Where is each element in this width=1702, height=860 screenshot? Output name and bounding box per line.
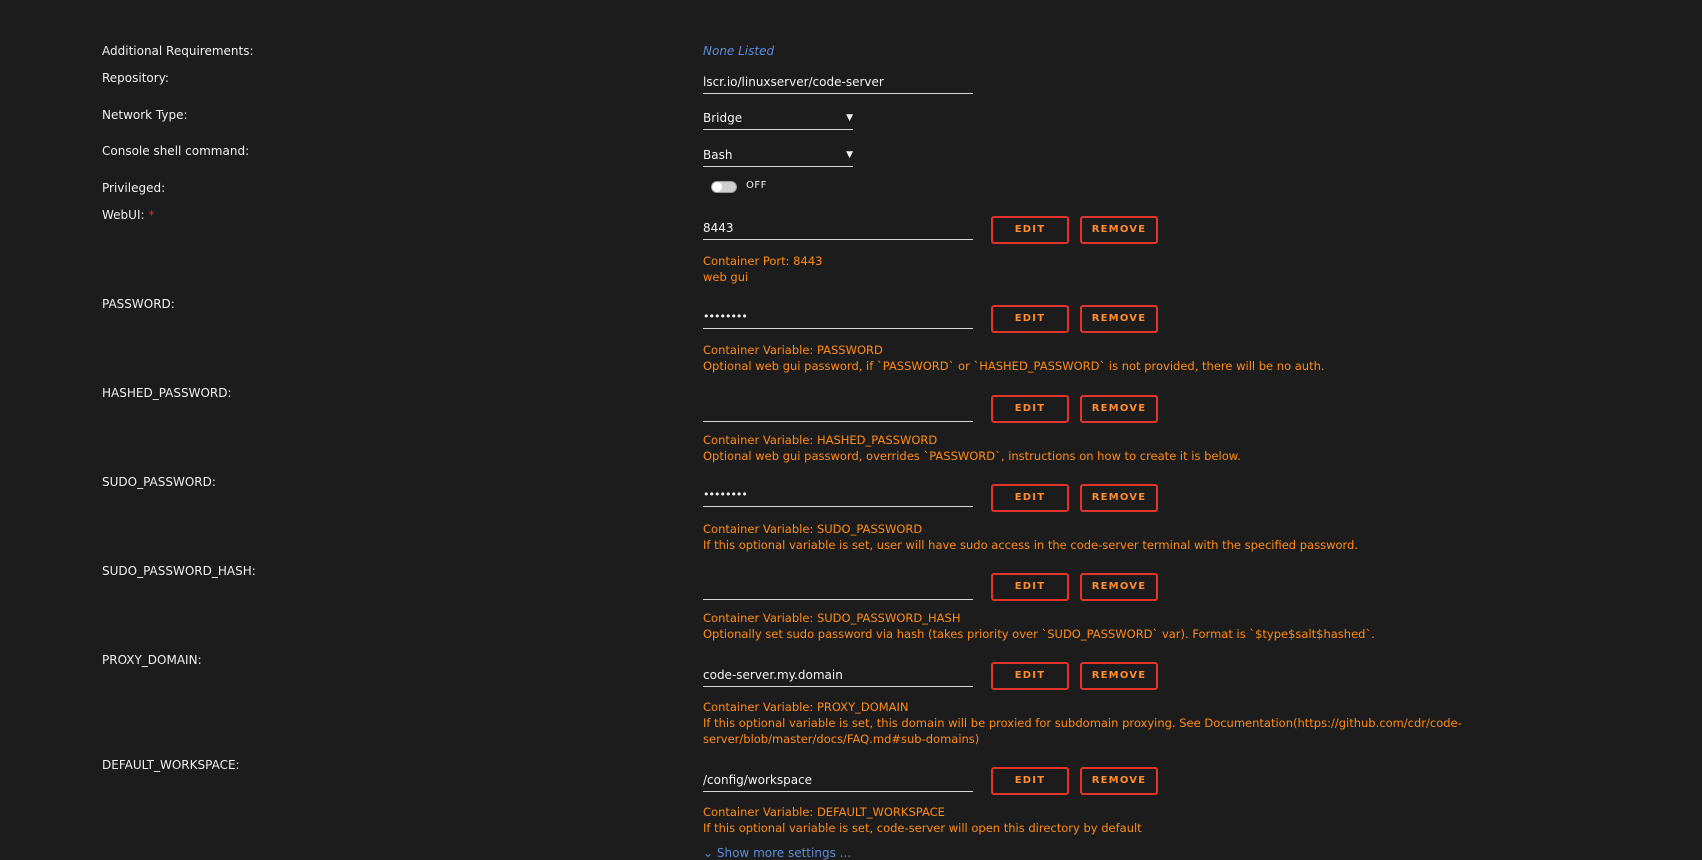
network-type-value: Bridge: [703, 111, 743, 125]
proxy-domain-label: PROXY_DOMAIN:: [102, 653, 202, 667]
sudo-password-hash-desc-line2: Optionally set sudo password via hash (t…: [703, 627, 1375, 641]
privileged-toggle[interactable]: [711, 181, 737, 193]
default-workspace-desc-line2: If this optional variable is set, code-s…: [703, 821, 1142, 835]
repository-input[interactable]: lscr.io/linuxserver/code-server: [703, 72, 973, 94]
password-description: Container Variable: PASSWORD Optional we…: [703, 342, 1643, 374]
webui-label: WebUI: *: [102, 208, 155, 222]
sudo-password-hash-description: Container Variable: SUDO_PASSWORD_HASH O…: [703, 610, 1643, 642]
sudo-password-remove-button[interactable]: REMOVE: [1080, 484, 1158, 512]
additional-requirements-value: None Listed: [703, 44, 775, 58]
privileged-label: Privileged:: [102, 181, 166, 195]
default-workspace-input[interactable]: /config/workspace: [703, 770, 973, 792]
hashed-password-edit-button[interactable]: EDIT: [991, 395, 1069, 423]
webui-desc-line2: web gui: [703, 270, 749, 284]
toggle-knob: [712, 182, 722, 192]
console-shell-label: Console shell command:: [102, 144, 250, 158]
show-more-settings-link[interactable]: ⌄ Show more settings ...: [703, 846, 851, 860]
required-marker: *: [148, 208, 155, 222]
sudo-password-hash-edit-button[interactable]: EDIT: [991, 573, 1069, 601]
hashed-password-label: HASHED_PASSWORD:: [102, 386, 232, 400]
webui-input[interactable]: 8443: [703, 218, 973, 240]
webui-description: Container Port: 8443 web gui: [703, 253, 1643, 285]
password-label: PASSWORD:: [102, 297, 175, 311]
default-workspace-edit-button[interactable]: EDIT: [991, 767, 1069, 795]
hashed-password-description: Container Variable: HASHED_PASSWORD Opti…: [703, 432, 1643, 464]
sudo-password-description: Container Variable: SUDO_PASSWORD If thi…: [703, 521, 1643, 553]
sudo-password-hash-remove-button[interactable]: REMOVE: [1080, 573, 1158, 601]
additional-requirements-label: Additional Requirements:: [102, 44, 254, 58]
hashed-password-remove-button[interactable]: REMOVE: [1080, 395, 1158, 423]
hashed-password-desc-line2: Optional web gui password, overrides `PA…: [703, 449, 1241, 463]
proxy-domain-desc-line2: If this optional variable is set, this d…: [703, 716, 1462, 746]
console-shell-value: Bash: [703, 148, 733, 162]
proxy-domain-input[interactable]: code-server.my.domain: [703, 665, 973, 687]
sudo-password-desc-line1: Container Variable: SUDO_PASSWORD: [703, 522, 923, 536]
repository-label: Repository:: [102, 71, 169, 85]
sudo-password-hash-input[interactable]: [703, 578, 973, 600]
dropdown-arrow-icon: ▼: [846, 150, 853, 160]
webui-edit-button[interactable]: EDIT: [991, 216, 1069, 244]
sudo-password-input[interactable]: ••••••••: [703, 485, 973, 507]
default-workspace-desc-line1: Container Variable: DEFAULT_WORKSPACE: [703, 805, 945, 819]
webui-label-text: WebUI:: [102, 208, 145, 222]
password-desc-line2: Optional web gui password, if `PASSWORD`…: [703, 359, 1325, 373]
password-desc-line1: Container Variable: PASSWORD: [703, 343, 883, 357]
webui-desc-line1: Container Port: 8443: [703, 254, 823, 268]
password-edit-button[interactable]: EDIT: [991, 305, 1069, 333]
password-input[interactable]: ••••••••: [703, 307, 973, 329]
sudo-password-label: SUDO_PASSWORD:: [102, 475, 216, 489]
default-workspace-remove-button[interactable]: REMOVE: [1080, 767, 1158, 795]
privileged-state: OFF: [746, 180, 767, 191]
hashed-password-desc-line1: Container Variable: HASHED_PASSWORD: [703, 433, 938, 447]
network-type-label: Network Type:: [102, 108, 188, 122]
default-workspace-label: DEFAULT_WORKSPACE:: [102, 758, 240, 772]
password-remove-button[interactable]: REMOVE: [1080, 305, 1158, 333]
sudo-password-desc-line2: If this optional variable is set, user w…: [703, 538, 1359, 552]
console-shell-select[interactable]: Bash ▼: [703, 145, 853, 167]
proxy-domain-remove-button[interactable]: REMOVE: [1080, 662, 1158, 690]
dropdown-arrow-icon: ▼: [846, 113, 853, 123]
proxy-domain-description: Container Variable: PROXY_DOMAIN If this…: [703, 699, 1643, 747]
sudo-password-hash-desc-line1: Container Variable: SUDO_PASSWORD_HASH: [703, 611, 961, 625]
hashed-password-input[interactable]: [703, 400, 973, 422]
webui-remove-button[interactable]: REMOVE: [1080, 216, 1158, 244]
default-workspace-description: Container Variable: DEFAULT_WORKSPACE If…: [703, 804, 1643, 836]
sudo-password-hash-label: SUDO_PASSWORD_HASH:: [102, 564, 256, 578]
sudo-password-edit-button[interactable]: EDIT: [991, 484, 1069, 512]
proxy-domain-desc-line1: Container Variable: PROXY_DOMAIN: [703, 700, 909, 714]
proxy-domain-edit-button[interactable]: EDIT: [991, 662, 1069, 690]
network-type-select[interactable]: Bridge ▼: [703, 108, 853, 130]
